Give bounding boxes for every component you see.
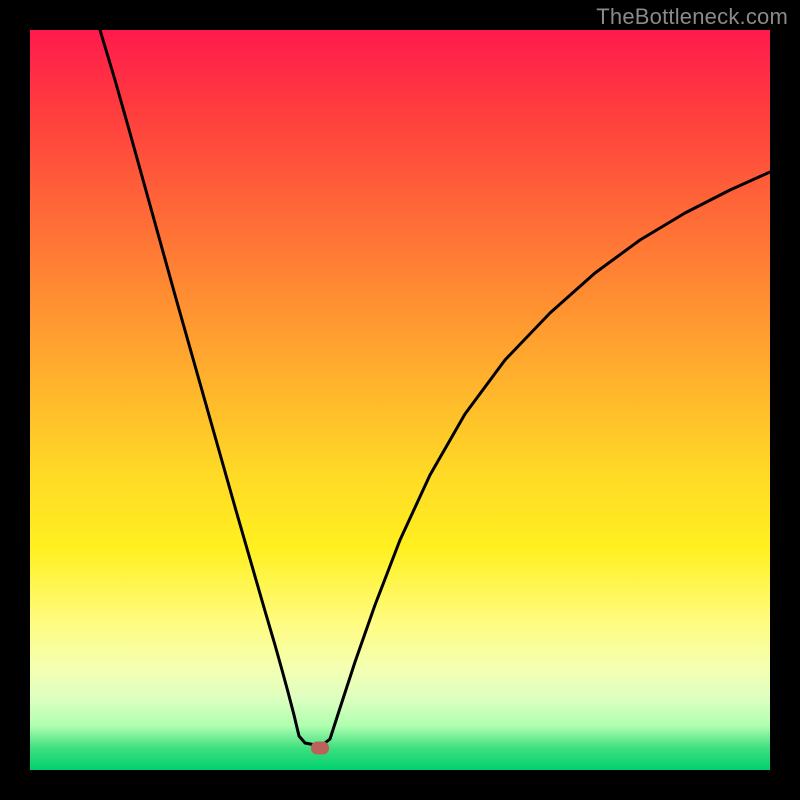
- outer-frame: TheBottleneck.com: [0, 0, 800, 800]
- bottleneck-curve: [30, 30, 770, 770]
- optimal-point-marker: [311, 742, 329, 755]
- watermark-text: TheBottleneck.com: [596, 4, 788, 30]
- plot-area: [30, 30, 770, 770]
